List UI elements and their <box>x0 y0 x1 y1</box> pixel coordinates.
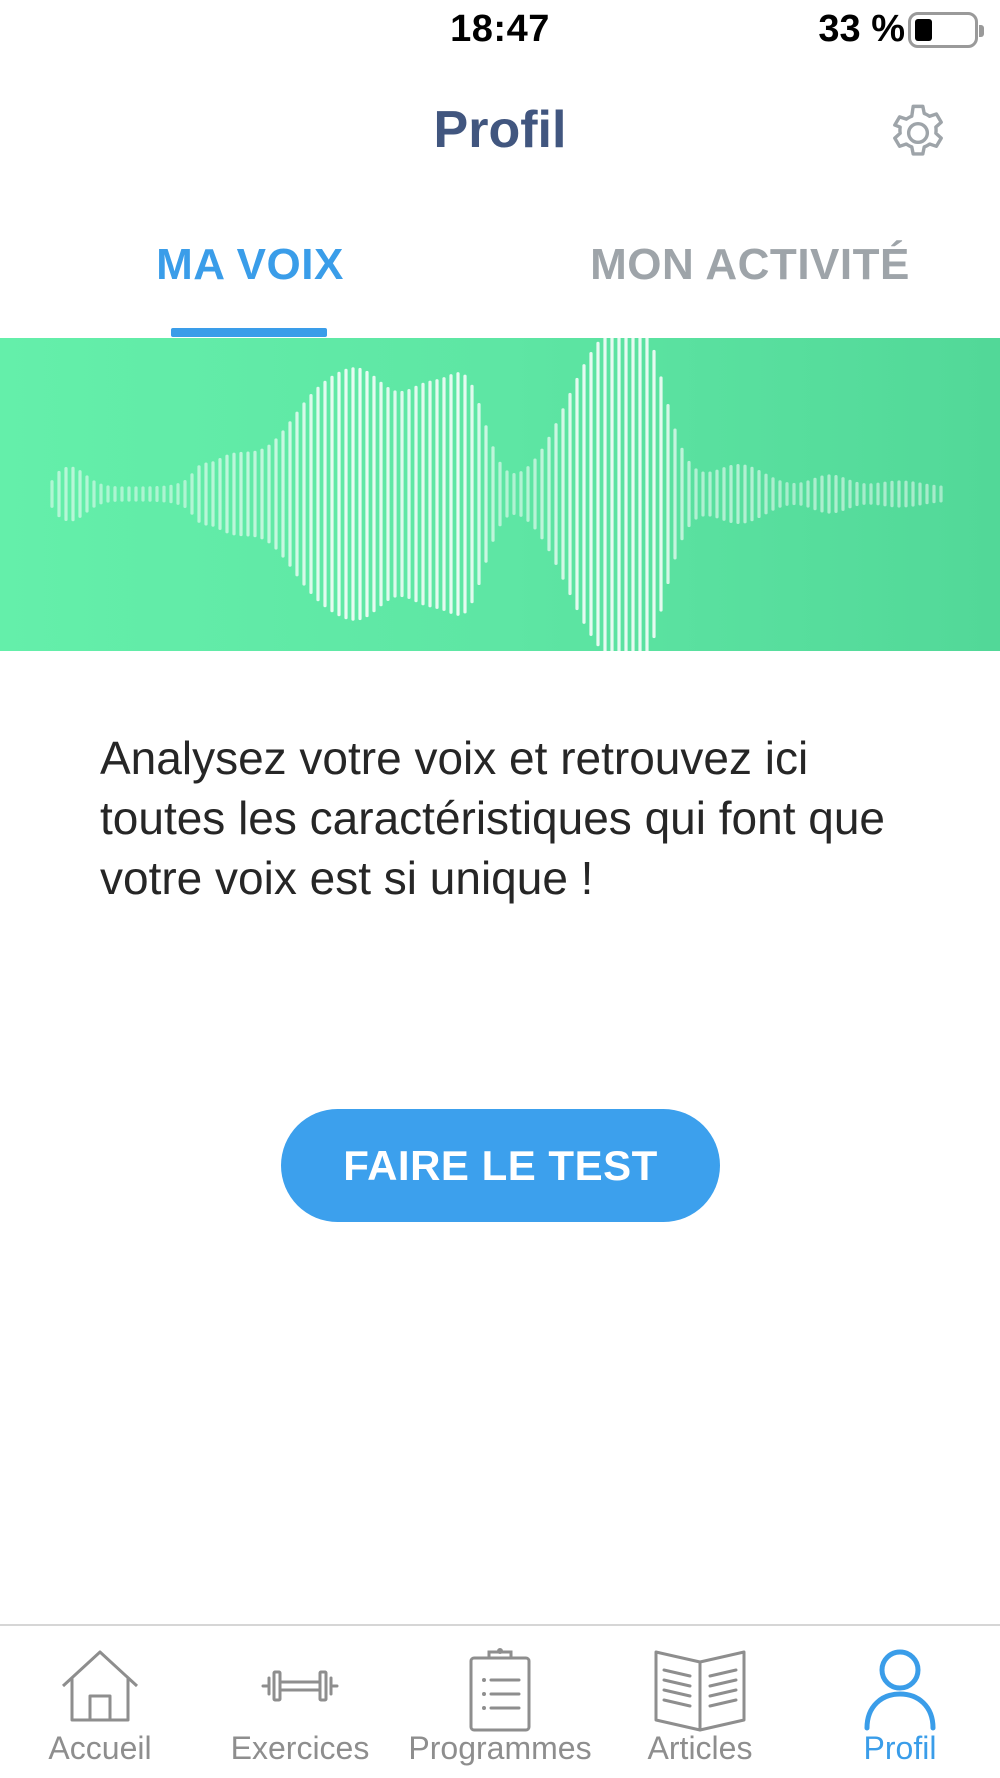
user-icon <box>864 1649 936 1731</box>
nav-item-accueil[interactable]: Accueil <box>0 1626 200 1778</box>
sound-wave-illustration <box>50 338 943 651</box>
nav-item-profil[interactable]: Profil <box>800 1626 1000 1778</box>
nav-item-exercices[interactable]: Exercices <box>200 1626 400 1778</box>
settings-button[interactable] <box>880 95 956 171</box>
battery-fill <box>915 19 932 41</box>
nav-label-accueil: Accueil <box>48 1730 152 1766</box>
take-test-button[interactable]: FAIRE LE TEST <box>281 1109 720 1222</box>
voice-description: Analysez votre voix et retrouvez ici tou… <box>100 732 886 904</box>
battery-icon <box>908 12 984 48</box>
status-bar: 18:47 33 % <box>0 0 1000 62</box>
profile-screen: 18:47 33 % Profil MA VOIX MON ACTIVITÉ A… <box>0 0 1000 1778</box>
bottom-nav: Accueil Exercices Programmes Articles Pr… <box>0 1624 1000 1778</box>
nav-label-articles: Articles <box>647 1730 753 1766</box>
book-icon <box>654 1650 746 1732</box>
nav-item-articles[interactable]: Articles <box>600 1626 800 1778</box>
status-time: 18:47 <box>450 8 550 50</box>
dumbbell-icon <box>261 1670 339 1702</box>
tab-ma-voix[interactable]: MA VOIX <box>120 240 380 330</box>
tab-mon-activite[interactable]: MON ACTIVITÉ <box>560 240 940 330</box>
nav-label-programmes: Programmes <box>408 1730 592 1766</box>
page-title: Profil <box>433 101 567 159</box>
nav-label-exercices: Exercices <box>230 1730 370 1766</box>
active-tab-indicator <box>171 328 327 337</box>
clipboard-icon <box>469 1648 531 1732</box>
battery-percent: 33 % <box>818 8 905 50</box>
home-icon <box>61 1650 139 1722</box>
gear-icon <box>893 104 943 156</box>
nav-item-programmes[interactable]: Programmes <box>400 1626 600 1778</box>
voice-banner <box>0 338 1000 651</box>
nav-label-profil: Profil <box>863 1730 937 1766</box>
